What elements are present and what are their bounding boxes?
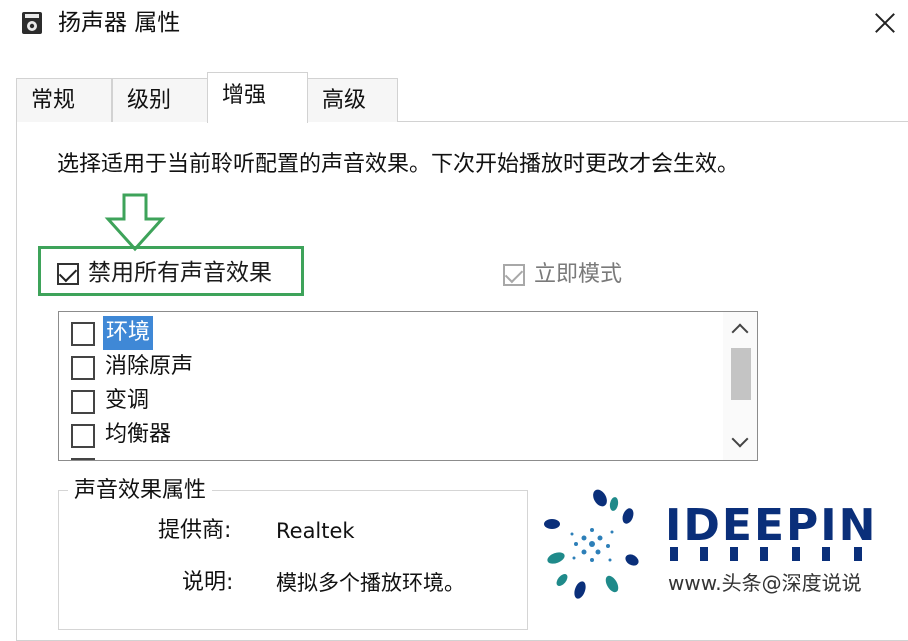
chevron-up-icon <box>731 323 749 341</box>
effect-checkbox[interactable] <box>71 458 95 460</box>
list-item-partial[interactable] <box>71 452 671 460</box>
title-bar: 扬声器 属性 <box>0 0 908 48</box>
listbox-scrollbar[interactable] <box>723 312 757 460</box>
effect-label[interactable]: 均衡器 <box>105 418 171 452</box>
tab-advanced[interactable]: 高级 <box>307 78 398 122</box>
chevron-down-icon <box>731 430 749 448</box>
description-value: 模拟多个播放环境。 <box>276 571 465 595</box>
tab-level[interactable]: 级别 <box>112 78 208 122</box>
watermark-bars-icon <box>670 547 862 561</box>
close-icon[interactable] <box>862 0 908 46</box>
immediate-mode-checkbox[interactable] <box>503 264 525 286</box>
effect-label[interactable]: 环境 <box>103 316 154 350</box>
effect-checkbox[interactable] <box>71 322 95 346</box>
effect-checkbox[interactable] <box>71 390 95 414</box>
watermark-url: www.头条@深度说说 <box>668 568 862 598</box>
effect-label[interactable]: 变调 <box>105 384 149 418</box>
window-title: 扬声器 属性 <box>58 10 181 36</box>
watermark-brand: IDEEPIN <box>665 500 878 551</box>
disable-all-checkbox[interactable] <box>57 263 79 285</box>
effect-checkbox[interactable] <box>71 424 95 448</box>
tab-general[interactable]: 常规 <box>16 78 112 122</box>
provider-label: 提供商: <box>158 518 232 543</box>
checkmark-icon <box>504 264 524 284</box>
checkmark-icon <box>58 263 78 283</box>
disable-all-label[interactable]: 禁用所有声音效果 <box>88 256 272 290</box>
provider-value: Realtek <box>276 519 355 543</box>
effects-listbox[interactable]: 环境 消除原声 变调 均衡器 <box>58 311 758 461</box>
immediate-mode-label[interactable]: 立即模式 <box>534 258 622 292</box>
list-item[interactable]: 环境 <box>71 316 671 350</box>
group-title: 声音效果属性 <box>68 476 213 506</box>
tab-enhancements[interactable]: 增强 <box>207 72 308 123</box>
ideepin-logo-icon <box>544 489 639 599</box>
speaker-app-icon <box>22 12 42 34</box>
effect-checkbox[interactable] <box>71 356 95 380</box>
enhancements-description: 选择适用于当前聆听配置的声音效果。下次开始播放时更改才会生效。 <box>57 152 740 177</box>
scroll-thumb[interactable] <box>731 348 751 400</box>
effect-label[interactable]: 消除原声 <box>105 350 193 384</box>
effect-properties-group <box>58 490 528 630</box>
list-item[interactable]: 消除原声 <box>71 350 671 384</box>
scroll-up-button[interactable] <box>723 314 757 344</box>
description-label: 说明: <box>182 570 234 595</box>
down-arrow-icon <box>104 193 166 252</box>
scroll-down-button[interactable] <box>723 428 757 458</box>
list-item[interactable]: 均衡器 <box>71 418 671 452</box>
list-item[interactable]: 变调 <box>71 384 671 418</box>
